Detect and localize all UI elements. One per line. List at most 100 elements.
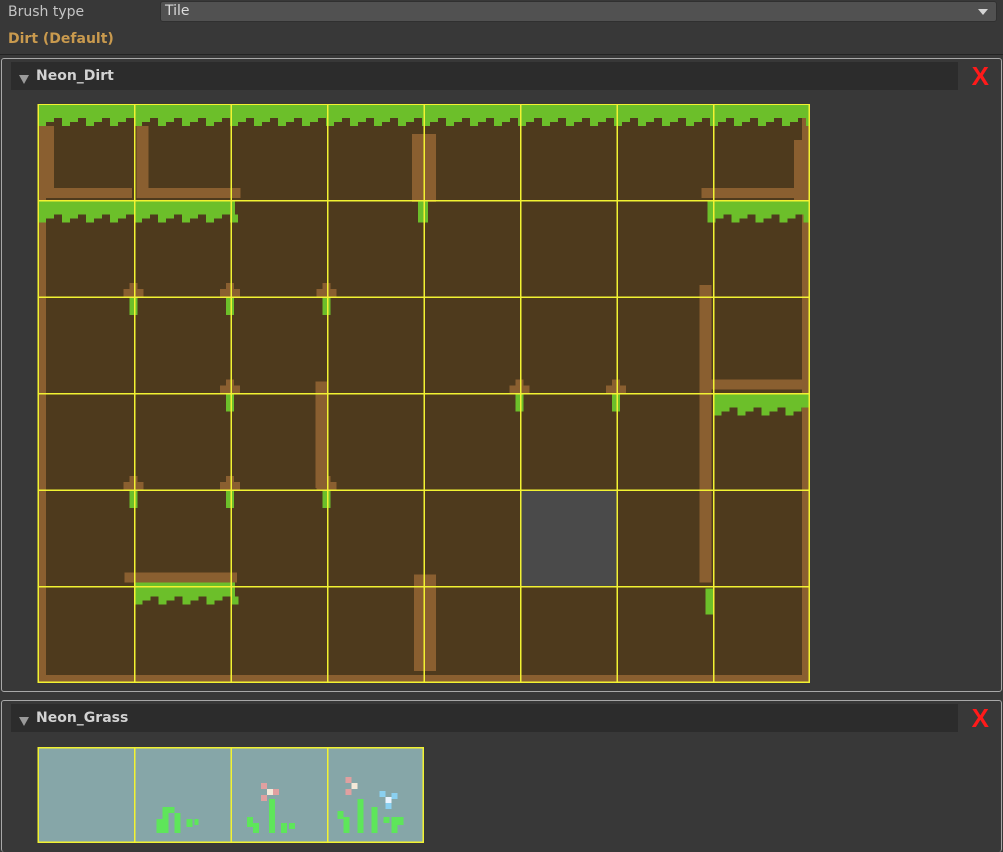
- grass-sprite-pixel: [383, 817, 390, 823]
- grass-fringe: [502, 118, 510, 122]
- grass-fringe: [755, 214, 764, 223]
- grid-line: [38, 841, 424, 843]
- brush-type-dropdown[interactable]: Tile: [160, 1, 997, 22]
- sprout: [129, 490, 138, 508]
- grass-fringe: [350, 118, 358, 126]
- grass-fringe: [686, 118, 694, 126]
- grass-sprite-pixel: [343, 817, 350, 833]
- grass-fringe: [190, 596, 199, 601]
- sprout-base: [220, 482, 240, 490]
- grass-fringe: [70, 214, 78, 219]
- grass-sprite-pixel: [337, 811, 344, 819]
- brush-type-value: Tile: [165, 3, 190, 19]
- grass-fringe: [182, 596, 191, 605]
- foldout-triangle-icon[interactable]: [19, 714, 29, 730]
- sprout: [322, 297, 331, 315]
- dirt-edge: [424, 134, 436, 202]
- grass-sprite-pixel: [156, 819, 163, 833]
- grass-sprite-pixel: [351, 783, 358, 789]
- grass-sprite-pixel: [385, 803, 392, 809]
- dirt-edge: [699, 285, 712, 583]
- grid-line: [327, 747, 329, 843]
- grass-sprite-pixel: [385, 797, 392, 803]
- sprout-base: [316, 289, 337, 297]
- dirt-edge: [699, 379, 804, 390]
- grass-fringe: [182, 214, 190, 223]
- sprout-base: [123, 289, 144, 297]
- grass-fringe: [134, 596, 143, 605]
- sprout: [226, 297, 234, 315]
- dirt-edge: [315, 381, 328, 488]
- grass-sprite-pixel: [391, 817, 398, 833]
- grass-sprite-pixel: [247, 817, 253, 827]
- grid-line: [38, 747, 424, 749]
- grass-fringe: [782, 118, 790, 126]
- grass-sprite-pixel: [345, 777, 352, 783]
- dirt-edge: [701, 188, 806, 198]
- palette-title: Neon_Grass: [36, 710, 129, 726]
- grass-fringe: [206, 118, 214, 126]
- grass-fringe: [526, 118, 534, 122]
- grass-top: [707, 200, 810, 215]
- grass-fringe: [721, 407, 730, 412]
- grass-fringe: [358, 118, 366, 122]
- active-brush-label: Dirt (Default): [8, 31, 114, 47]
- grass-fringe: [38, 118, 46, 126]
- tile-grid-neon-dirt[interactable]: [36, 104, 810, 686]
- tile-grid-neon-grass[interactable]: [36, 746, 424, 844]
- dirt-edge: [424, 574, 436, 671]
- grass-fringe: [214, 596, 223, 601]
- grass-fringe: [206, 214, 214, 223]
- grass-fringe: [86, 214, 94, 223]
- grid-line: [38, 200, 810, 202]
- grass-sprite-pixel: [174, 813, 181, 833]
- grass-fringe: [739, 214, 748, 219]
- sprout-base: [316, 482, 337, 490]
- grass-fringe: [446, 118, 454, 126]
- dirt-edge: [136, 188, 241, 198]
- sprout: [226, 393, 234, 412]
- grass-sprite-pixel: [261, 783, 267, 789]
- palette-header[interactable]: Neon_Dirt: [11, 62, 958, 90]
- grass-fringe: [118, 214, 126, 219]
- grass-fringe: [761, 407, 770, 416]
- remove-x-icon[interactable]: X: [972, 705, 989, 731]
- grass-fringe: [646, 118, 654, 122]
- grass-fringe: [763, 214, 772, 219]
- grass-fringe: [518, 118, 526, 126]
- dirt-edge: [124, 572, 237, 583]
- grass-sprite-pixel: [391, 793, 398, 799]
- dirt-edge: [42, 188, 132, 198]
- grass-sprite-pixel: [194, 819, 199, 825]
- empty-tile-slot: [520, 490, 617, 587]
- sprout-base: [606, 385, 626, 394]
- grass-fringe: [166, 118, 174, 122]
- brush-type-row: Brush type Tile: [0, 0, 1003, 26]
- grass-fringe: [374, 118, 382, 126]
- grass-fringe: [478, 118, 486, 122]
- grass-sprite-pixel: [289, 823, 295, 829]
- remove-x-icon[interactable]: X: [972, 63, 989, 89]
- grid-line: [38, 586, 810, 588]
- grass-sprite-pixel: [269, 799, 275, 833]
- palette-title: Neon_Dirt: [36, 68, 114, 84]
- grid-line: [134, 747, 136, 843]
- grass-fringe: [302, 118, 310, 126]
- grass-fringe: [694, 118, 702, 122]
- grass-fringe: [214, 214, 222, 219]
- sprout: [129, 297, 138, 315]
- grass-fringe: [779, 214, 788, 223]
- grid-line: [38, 489, 810, 491]
- grass-fringe: [787, 214, 796, 219]
- sprout-base: [220, 289, 240, 297]
- dirt-edge: [794, 140, 806, 202]
- sprout: [612, 393, 620, 412]
- grass-top: [713, 393, 810, 408]
- grass-fringe: [758, 118, 766, 126]
- grass-drip: [705, 588, 714, 615]
- grass-fringe: [94, 214, 102, 219]
- grass-sprite-pixel: [379, 791, 386, 797]
- foldout-triangle-icon[interactable]: [19, 72, 29, 88]
- grass-fringe: [566, 118, 574, 126]
- palette-header[interactable]: Neon_Grass: [11, 704, 958, 732]
